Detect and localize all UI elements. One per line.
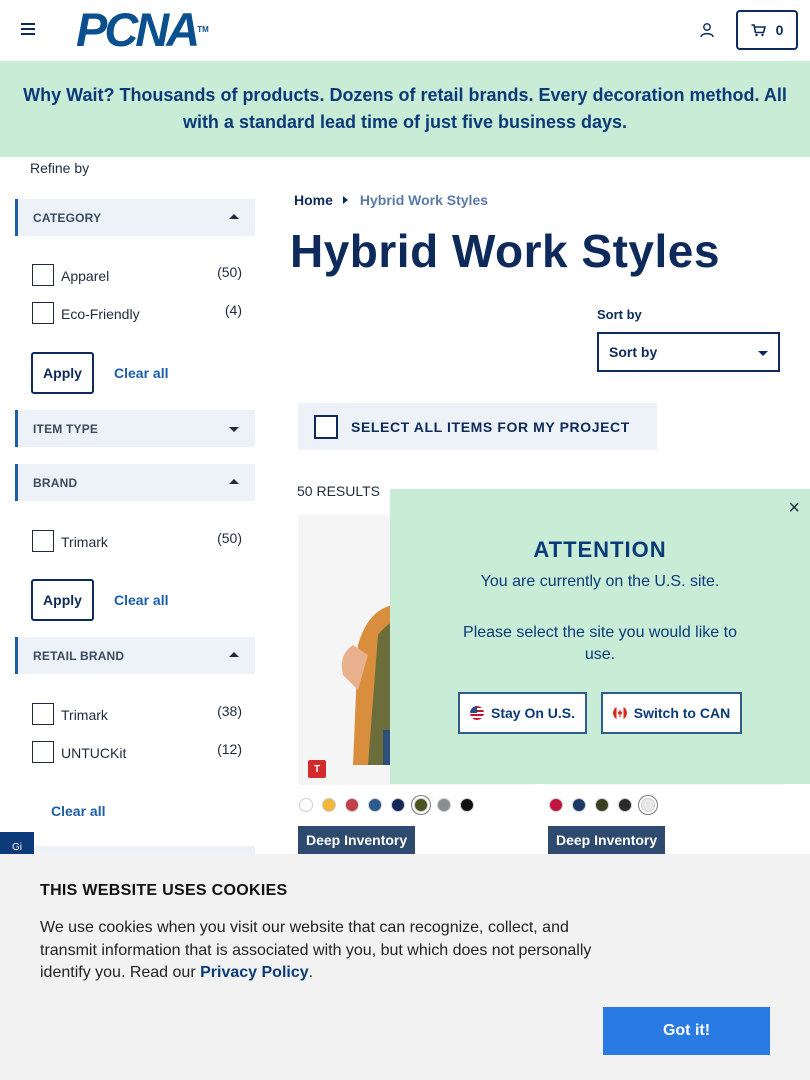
facet-title: BRAND <box>33 475 78 490</box>
cookie-banner: THIS WEBSITE USES COOKIES We use cookies… <box>0 854 810 1080</box>
checkbox[interactable] <box>32 302 54 324</box>
cookie-body: We use cookies when you visit our websit… <box>40 919 592 981</box>
color-swatch[interactable] <box>391 798 405 812</box>
cart-icon <box>751 23 766 36</box>
close-icon[interactable]: × <box>788 497 800 520</box>
color-swatch[interactable] <box>595 798 609 812</box>
side-tab-label: Gi <box>12 841 22 853</box>
menu-icon[interactable] <box>21 23 35 35</box>
facet-title: RETAIL BRAND <box>33 648 125 663</box>
deep-inventory-badge: Deep Inventory <box>298 826 416 854</box>
popup-select-site-text: Please select the site you would like to… <box>463 624 737 663</box>
option-label: Apparel <box>61 268 110 284</box>
color-swatch[interactable] <box>368 798 382 812</box>
facet-option-apparel[interactable]: Apparel (50) <box>32 264 242 288</box>
site-selection-popup: × ATTENTION You are currently on the U.S… <box>390 489 810 784</box>
facet-option-untuckit[interactable]: UNTUCKit (12) <box>32 741 242 765</box>
cookie-period: . <box>308 964 314 981</box>
select-all-label: SELECT ALL ITEMS FOR MY PROJECT <box>351 419 630 435</box>
stay-on-us-label: Stay On U.S. <box>490 705 576 721</box>
sort-select[interactable]: Sort by <box>597 332 780 372</box>
cookie-text: We use cookies when you visit our websit… <box>40 917 610 985</box>
retail-brand-clear-all-link[interactable]: Clear all <box>51 803 105 819</box>
us-flag-icon <box>469 706 484 720</box>
category-apply-button[interactable]: Apply <box>31 352 94 394</box>
facet-item-type-header[interactable]: ITEM TYPE <box>15 410 255 447</box>
option-label: Trimark <box>61 707 108 723</box>
caret-up-icon <box>229 479 239 484</box>
facet-retail-brand-header[interactable]: RETAIL BRAND <box>15 637 255 674</box>
facet-title: CATEGORY <box>33 210 102 225</box>
deep-inventory-badge: Deep Inventory <box>548 826 666 854</box>
color-swatch[interactable] <box>414 798 428 812</box>
facet-option-trimark[interactable]: Trimark (50) <box>32 530 242 554</box>
facet-option-retail-trimark[interactable]: Trimark (38) <box>32 703 242 727</box>
select-all-items-bar[interactable]: SELECT ALL ITEMS FOR MY PROJECT <box>298 403 657 450</box>
promo-banner: Why Wait? Thousands of products. Dozens … <box>0 61 810 157</box>
page-title: Hybrid Work Styles <box>290 225 720 277</box>
caret-up-icon <box>229 652 239 657</box>
brand-clear-all-link[interactable]: Clear all <box>114 592 168 608</box>
refine-by-label: Refine by <box>30 160 90 176</box>
color-swatch[interactable] <box>437 798 451 812</box>
cart-count: 0 <box>775 22 784 38</box>
account-icon[interactable] <box>699 22 715 38</box>
caret-up-icon <box>229 214 239 219</box>
facet-brand-header[interactable]: BRAND <box>15 464 255 501</box>
facet-title: ITEM TYPE <box>33 421 99 436</box>
results-count: 50 RESULTS <box>297 483 380 499</box>
checkbox[interactable] <box>32 530 54 552</box>
color-swatch[interactable] <box>460 798 474 812</box>
switch-to-can-button[interactable]: Switch to CAN <box>601 692 742 734</box>
color-swatch[interactable] <box>345 798 359 812</box>
facet-option-eco-friendly[interactable]: Eco-Friendly (4) <box>32 302 242 326</box>
logo-trademark: TM <box>197 25 209 34</box>
option-label: Eco-Friendly <box>61 306 140 322</box>
breadcrumb: Home Hybrid Work Styles <box>294 192 488 208</box>
sort-value: Sort by <box>609 344 658 360</box>
breadcrumb-home-link[interactable]: Home <box>294 192 333 208</box>
popup-current-site-text: You are currently on the U.S. site. <box>480 573 720 590</box>
sort-label: Sort by <box>597 307 642 322</box>
option-count: (38) <box>217 703 242 719</box>
color-swatch[interactable] <box>641 798 655 812</box>
cart-button[interactable]: 0 <box>736 10 798 50</box>
pcna-logo[interactable]: PCNATM <box>76 6 209 53</box>
checkbox[interactable] <box>32 741 54 763</box>
color-swatch[interactable] <box>572 798 586 812</box>
color-swatch[interactable] <box>322 798 336 812</box>
facet-category-header[interactable]: CATEGORY <box>15 199 255 236</box>
privacy-policy-link[interactable]: Privacy Policy <box>200 964 309 981</box>
site-header: PCNATM 0 <box>0 0 810 61</box>
logo-text: PCNA <box>76 3 200 56</box>
stay-on-us-button[interactable]: Stay On U.S. <box>458 692 587 734</box>
product-1-swatches <box>299 798 474 812</box>
promo-text: Why Wait? Thousands of products. Dozens … <box>23 85 787 132</box>
switch-to-can-label: Switch to CAN <box>633 705 731 721</box>
option-count: (12) <box>217 741 242 757</box>
brand-tag: T <box>308 760 326 778</box>
option-label: Trimark <box>61 534 108 550</box>
color-swatch[interactable] <box>299 798 313 812</box>
option-count: (50) <box>217 264 242 280</box>
option-count: (4) <box>224 302 242 318</box>
color-swatch[interactable] <box>618 798 632 812</box>
color-swatch[interactable] <box>549 798 563 812</box>
cookie-title: THIS WEBSITE USES COOKIES <box>40 882 288 899</box>
got-it-button[interactable]: Got it! <box>603 1007 770 1055</box>
popup-title: ATTENTION <box>533 537 667 562</box>
select-all-checkbox[interactable] <box>314 415 338 439</box>
option-label: UNTUCKit <box>61 745 127 761</box>
canada-flag-icon <box>612 706 627 720</box>
category-clear-all-link[interactable]: Clear all <box>114 365 168 381</box>
option-count: (50) <box>217 530 242 546</box>
product-2-swatches <box>549 798 655 812</box>
checkbox[interactable] <box>32 703 54 725</box>
brand-apply-button[interactable]: Apply <box>31 579 94 621</box>
breadcrumb-current: Hybrid Work Styles <box>359 192 489 208</box>
breadcrumb-arrow-icon <box>342 196 348 204</box>
chevron-down-icon <box>758 351 768 356</box>
caret-down-icon <box>229 427 239 432</box>
checkbox[interactable] <box>32 264 54 286</box>
